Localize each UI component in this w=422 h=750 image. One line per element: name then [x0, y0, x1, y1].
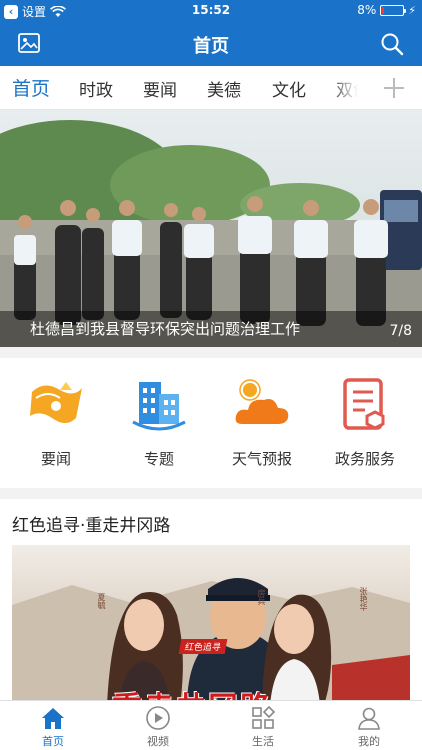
news-flag-icon — [26, 376, 86, 436]
tab-politics[interactable]: 时政 — [79, 76, 113, 101]
status-right: 8% ⚡ — [357, 3, 416, 17]
bottom-tab-bar: 首页 视频 生活 我的 — [0, 700, 422, 750]
poster-art — [12, 545, 410, 700]
weather-icon — [232, 376, 292, 436]
service-government-label: 政务服务 — [334, 450, 395, 468]
poster-title: 重走井冈路 — [112, 683, 272, 700]
tabbar-profile[interactable]: 我的 — [334, 705, 404, 749]
service-weather[interactable]: 天气预报 — [212, 376, 312, 469]
service-government[interactable]: 政务服务 — [315, 376, 415, 469]
battery-icon — [380, 4, 407, 16]
tab-culture[interactable]: 文化 — [272, 76, 306, 101]
search-icon[interactable] — [380, 32, 404, 56]
service-topics-label: 专题 — [143, 450, 174, 468]
service-grid: 要闻 专题 天气预报 政务服务 — [0, 358, 422, 488]
play-icon — [145, 705, 171, 731]
buildings-icon — [129, 376, 189, 436]
category-tabs: 首页 时政 要闻 美德 文化 双创 — [0, 66, 422, 110]
grid-icon — [250, 705, 276, 731]
featured-poster[interactable]: 夏毓 房兵 张艳华 红色追寻 重走井冈路 — [12, 545, 410, 700]
banner-counter: 7/8 — [389, 323, 412, 339]
user-icon — [356, 705, 382, 731]
tabbar-home[interactable]: 首页 — [18, 705, 88, 749]
service-news[interactable]: 要闻 — [6, 376, 106, 469]
featured-section: 红色追寻·重走井冈路 夏毓 房兵 张艳华 红色追寻 — [0, 499, 422, 700]
tabbar-video-label: 视频 — [147, 735, 169, 748]
tab-virtue[interactable]: 美德 — [207, 76, 241, 101]
tabbar-life-label: 生活 — [252, 735, 274, 748]
service-news-label: 要闻 — [40, 450, 71, 468]
tabbar-profile-label: 我的 — [358, 735, 380, 748]
banner-caption: 杜德昌到我县督导环保突出问题治理工作 — [30, 320, 301, 338]
poster-badge: 红色追寻 — [178, 639, 228, 654]
add-tab-icon[interactable] — [374, 66, 414, 109]
home-icon — [40, 705, 66, 731]
service-topics[interactable]: 专题 — [109, 376, 209, 469]
nav-bar: 首页 — [0, 22, 422, 66]
charging-icon: ⚡ — [408, 3, 416, 17]
status-bar: ‹ 设置 15:52 8% ⚡ — [0, 0, 422, 22]
tabs-fade — [330, 66, 370, 109]
tabbar-life[interactable]: 生活 — [228, 705, 298, 749]
banner-carousel[interactable]: 杜德昌到我县督导环保突出问题治理工作 7/8 — [0, 110, 422, 347]
document-icon — [335, 376, 395, 436]
battery-level — [382, 6, 385, 14]
tab-home[interactable]: 首页 — [12, 74, 50, 101]
service-weather-label: 天气预报 — [231, 450, 292, 468]
tab-news[interactable]: 要闻 — [143, 76, 177, 101]
battery-percent: 8% — [357, 3, 377, 17]
poster-name-1: 夏毓 — [97, 593, 106, 609]
poster-name-2: 房兵 — [257, 589, 266, 605]
tabbar-video[interactable]: 视频 — [123, 705, 193, 749]
poster-name-3: 张艳华 — [359, 587, 368, 611]
page-title: 首页 — [193, 36, 229, 57]
tabbar-home-label: 首页 — [42, 735, 64, 748]
section-heading[interactable]: 红色追寻·重走井冈路 — [12, 511, 170, 536]
